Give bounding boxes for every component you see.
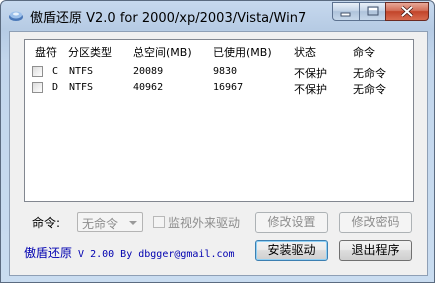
protection-status: 不保护 xyxy=(294,67,327,80)
modify-settings-button[interactable]: 修改设置 xyxy=(255,212,328,233)
command-label: 命令: xyxy=(32,216,61,230)
column-used: 已使用(MB) xyxy=(213,46,272,59)
title-bar[interactable]: 傲盾还原 V2.0 for 2000/xp/2003/Vista/Win7 xyxy=(1,1,434,31)
column-status: 状态 xyxy=(294,46,316,59)
install-driver-button[interactable]: 安装驱动 xyxy=(255,240,328,261)
chevron-down-icon xyxy=(129,221,137,225)
total-space: 40962 xyxy=(133,82,164,93)
row-checkbox[interactable] xyxy=(32,82,43,93)
close-button[interactable] xyxy=(385,2,429,21)
column-drive: 盘符 xyxy=(35,46,57,59)
table-row[interactable]: C NTFS 20089 9830 不保护 无命令 xyxy=(25,64,413,80)
monitor-external-drivers-checkbox[interactable] xyxy=(153,216,165,228)
exit-button[interactable]: 退出程序 xyxy=(339,240,412,261)
main-panel: 盘符 分区类型 总空间(MB) 已使用(MB) 状态 命令 C NTFS 200… xyxy=(9,31,428,276)
app-shield-icon xyxy=(9,11,23,21)
drive-letter: D xyxy=(52,82,59,93)
credit-info: V 2.00 By dbgger@gmail.com xyxy=(72,249,235,260)
credit-name: 傲盾还原 xyxy=(24,246,73,260)
table-row[interactable]: D NTFS 40962 16967 不保护 无命令 xyxy=(25,80,413,96)
column-command: 命令 xyxy=(353,46,375,59)
used-space: 16967 xyxy=(213,82,244,93)
window-title: 傲盾还原 V2.0 for 2000/xp/2003/Vista/Win7 xyxy=(30,11,307,26)
row-checkbox[interactable] xyxy=(32,66,43,77)
partition-type: NTFS xyxy=(69,82,94,93)
partition-list[interactable]: 盘符 分区类型 总空间(MB) 已使用(MB) 状态 命令 C NTFS 200… xyxy=(24,39,414,202)
close-icon xyxy=(400,5,414,18)
row-command: 无命令 xyxy=(353,67,386,80)
monitor-external-drivers-label: 监视外来驱动 xyxy=(168,216,241,230)
minimize-button[interactable] xyxy=(332,2,359,21)
column-total: 总空间(MB) xyxy=(133,46,192,59)
list-header: 盘符 分区类型 总空间(MB) 已使用(MB) 状态 命令 xyxy=(25,40,413,60)
change-password-button[interactable]: 修改密码 xyxy=(339,212,412,233)
command-bar: 命令: 无命令 监视外来驱动 修改设置 修改密码 xyxy=(10,212,427,234)
column-type: 分区类型 xyxy=(68,46,112,59)
total-space: 20089 xyxy=(133,66,164,77)
partition-type: NTFS xyxy=(69,66,94,77)
protection-status: 不保护 xyxy=(294,83,327,96)
minimize-icon xyxy=(340,12,351,17)
maximize-button[interactable] xyxy=(359,2,385,21)
app-window: 傲盾还原 V2.0 for 2000/xp/2003/Vista/Win7 盘符… xyxy=(0,0,435,283)
window-controls xyxy=(332,2,429,22)
command-select-value: 无命令 xyxy=(82,217,119,231)
credit-text: 傲盾还原 V 2.00 By dbgger@gmail.com xyxy=(24,244,235,261)
drive-letter: C xyxy=(52,66,59,77)
maximize-icon xyxy=(367,6,379,16)
row-command: 无命令 xyxy=(353,83,386,96)
used-space: 9830 xyxy=(213,66,238,77)
command-select[interactable]: 无命令 xyxy=(77,212,143,232)
